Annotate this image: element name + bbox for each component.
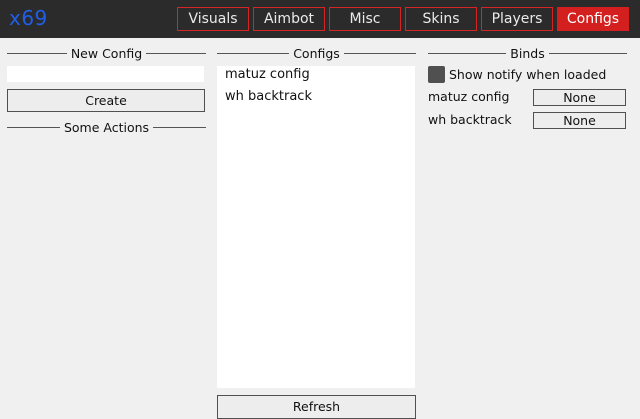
list-item[interactable]: wh backtrack (225, 89, 312, 104)
tab-visuals[interactable]: Visuals (177, 7, 249, 31)
title-bar: x69 Visuals Aimbot Misc Skins Players Co… (0, 0, 640, 38)
create-button[interactable]: Create (7, 89, 205, 112)
configs-header: Configs (217, 45, 416, 61)
tab-skins[interactable]: Skins (405, 7, 477, 31)
tab-aimbot[interactable]: Aimbot (253, 7, 325, 31)
list-item[interactable]: matuz config (225, 67, 310, 82)
some-actions-title: Some Actions (63, 119, 150, 135)
tab-misc[interactable]: Misc (329, 7, 401, 31)
bind-label-wh: wh backtrack (428, 112, 512, 127)
some-actions-header: Some Actions (7, 119, 206, 135)
bind-label-matuz: matuz config (428, 89, 510, 104)
binds-title: Binds (510, 45, 545, 61)
configs-title: Configs (293, 45, 340, 61)
tab-configs[interactable]: Configs (557, 7, 629, 31)
new-config-title: New Config (70, 45, 143, 61)
bind-key-button[interactable]: None (533, 89, 626, 106)
notify-label: Show notify when loaded (449, 67, 607, 82)
bind-key-button[interactable]: None (533, 112, 626, 129)
config-name-input[interactable] (7, 66, 204, 82)
tab-players[interactable]: Players (481, 7, 553, 31)
app-logo: x69 (9, 6, 48, 30)
refresh-button[interactable]: Refresh (217, 395, 416, 419)
new-config-header: New Config (7, 45, 207, 61)
configs-list[interactable]: matuz config wh backtrack (217, 66, 415, 388)
binds-header: Binds (428, 45, 628, 61)
notify-checkbox[interactable] (428, 66, 445, 83)
